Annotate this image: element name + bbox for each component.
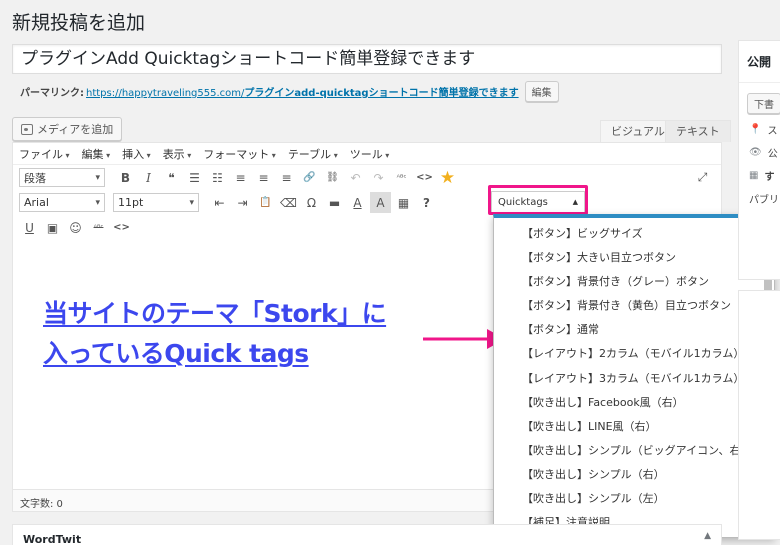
media-icon bbox=[21, 123, 33, 135]
align-center-icon[interactable]: ≡ bbox=[253, 167, 274, 188]
font-size-value: 11pt bbox=[118, 196, 144, 209]
permalink-bar: パーマリンク: https://happytraveling555.com/プラ… bbox=[20, 81, 559, 102]
fullscreen-icon[interactable]: ⤢ bbox=[692, 167, 713, 188]
quicktags-dropdown: 【ボタン】ビッグサイズ 【ボタン】大きい目立つボタン 【ボタン】背景付き（グレー… bbox=[493, 214, 775, 538]
sidebar-panel-lower bbox=[738, 290, 780, 540]
code-icon[interactable]: <> bbox=[414, 167, 435, 188]
pin-icon: 📍 bbox=[749, 124, 762, 135]
clear-format-icon[interactable]: ⌫ bbox=[278, 192, 299, 213]
spellcheck-icon[interactable]: ᴬᴮᶜ bbox=[391, 167, 412, 188]
add-media-label: メディアを追加 bbox=[37, 123, 114, 136]
menu-format[interactable]: フォーマット bbox=[203, 146, 276, 162]
wordtwit-panel: WordTwit ▲ bbox=[12, 524, 722, 545]
schedule-row: ▦ す bbox=[739, 160, 780, 183]
underline-icon[interactable]: U bbox=[19, 217, 40, 238]
list-item[interactable]: 【ボタン】背景付き（黄色）目立つボタン bbox=[494, 294, 774, 318]
list-item[interactable]: 【ボタン】大きい目立つボタン bbox=[494, 246, 774, 270]
list-item[interactable]: 【吹き出し】シンプル（ビッグアイコン、右） bbox=[494, 439, 774, 463]
list-item[interactable]: 【吹き出し】シンプル（右） bbox=[494, 463, 774, 487]
menu-insert[interactable]: 挿入 bbox=[122, 146, 151, 162]
star-icon[interactable]: ★ bbox=[437, 167, 458, 188]
bold-icon[interactable]: B bbox=[115, 167, 136, 188]
list-item[interactable]: 【レイアウト】3カラム（モバイル1カラム） bbox=[494, 367, 774, 391]
add-media-button[interactable]: メディアを追加 bbox=[12, 117, 123, 141]
annotation-line-2: 入っているQuick tags bbox=[43, 339, 309, 368]
status-label: ス bbox=[767, 126, 778, 137]
menu-table[interactable]: テーブル bbox=[288, 146, 338, 162]
schedule-label: す bbox=[764, 172, 775, 183]
table-icon[interactable]: ▦ bbox=[393, 192, 414, 213]
format-value: 段落 bbox=[24, 171, 46, 185]
post-title-input[interactable]: プラグインAdd Quicktagショートコード簡単登録できます bbox=[12, 44, 722, 74]
visibility-row: 👁 公 bbox=[739, 137, 780, 160]
list-item[interactable]: 【レイアウト】2カラム（モバイル1カラム） bbox=[494, 342, 774, 366]
list-item[interactable]: 【ボタン】通常 bbox=[494, 318, 774, 342]
toolbar-row-1: 段落 B I ❝ ☰ ☷ ≡ ≡ ≡ 🔗 ⛓ ↶ ↷ ᴬᴮᶜ <> ★ ⤢ bbox=[13, 165, 721, 190]
page-title: 新規投稿を追加 bbox=[12, 12, 146, 34]
tab-text[interactable]: テキスト bbox=[665, 120, 731, 142]
permalink-label: パーマリンク: bbox=[20, 88, 84, 99]
menu-tools[interactable]: ツール bbox=[350, 146, 390, 162]
align-left-icon[interactable]: ≡ bbox=[230, 167, 251, 188]
font-size-select[interactable]: 11pt bbox=[113, 193, 199, 212]
publicize-row: パブリ bbox=[739, 183, 780, 206]
publicize-label: パブリ bbox=[749, 195, 779, 206]
blockquote-icon[interactable]: ❝ bbox=[161, 167, 182, 188]
format-select[interactable]: 段落 bbox=[19, 168, 105, 187]
publish-heading: 公開 bbox=[739, 41, 780, 83]
list-item[interactable]: 【ボタン】ビッグサイズ bbox=[494, 222, 774, 246]
caret-up-icon[interactable]: ▲ bbox=[704, 531, 711, 541]
save-draft-button[interactable]: 下書 bbox=[747, 93, 780, 114]
toolbar-row-2: Arial 11pt ⇤ ⇥ 📋 ⌫ Ω ▬ A A ▦ ? Quicktags… bbox=[13, 190, 721, 215]
text-color-icon[interactable]: A bbox=[347, 192, 368, 213]
unlink-icon[interactable]: ⛓ bbox=[322, 167, 343, 188]
list-item[interactable]: 【ボタン】背景付き（グレー）ボタン bbox=[494, 270, 774, 294]
italic-icon[interactable]: I bbox=[138, 167, 159, 188]
status-row: 📍 ス bbox=[739, 114, 780, 137]
visibility-label: 公 bbox=[767, 149, 778, 160]
annotation-line-1: 当サイトのテーマ「Stork」に bbox=[43, 299, 387, 328]
omega-icon[interactable]: Ω bbox=[301, 192, 322, 213]
annotation-text: 当サイトのテーマ「Stork」に 入っているQuick tags bbox=[43, 294, 387, 374]
undo-icon[interactable]: ↶ bbox=[345, 167, 366, 188]
editor-menubar: ファイル 編集 挿入 表示 フォーマット テーブル ツール bbox=[13, 143, 721, 165]
eye-icon: 👁 bbox=[749, 147, 762, 158]
wordtwit-title: WordTwit bbox=[23, 533, 82, 545]
indent-icon[interactable]: ⇥ bbox=[232, 192, 253, 213]
paste-icon[interactable]: 📋 bbox=[255, 192, 276, 213]
font-family-select[interactable]: Arial bbox=[19, 193, 105, 212]
permalink-slug: プラグインadd-quicktagショートコード簡単登録できます bbox=[244, 88, 519, 99]
list-item[interactable]: 【吹き出し】Facebook風（右） bbox=[494, 391, 774, 415]
numbered-list-icon[interactable]: ☷ bbox=[207, 167, 228, 188]
emoji-icon[interactable]: ☺ bbox=[65, 217, 86, 238]
permalink-base: https://happytraveling555.com/ bbox=[86, 88, 245, 99]
menu-file[interactable]: ファイル bbox=[19, 146, 70, 162]
horizontal-rule-icon[interactable]: ▬ bbox=[324, 192, 345, 213]
quicktags-list: 【ボタン】ビッグサイズ 【ボタン】大きい目立つボタン 【ボタン】背景付き（グレー… bbox=[494, 218, 774, 535]
list-item[interactable]: 【吹き出し】LINE風（右） bbox=[494, 415, 774, 439]
outdent-icon[interactable]: ⇤ bbox=[209, 192, 230, 213]
calendar-icon: ▦ bbox=[749, 170, 759, 181]
code-tag-icon[interactable]: <> bbox=[111, 217, 132, 238]
font-family-value: Arial bbox=[24, 196, 49, 209]
publish-panel: 公開 下書 📍 ス 👁 公 ▦ す パブリ bbox=[738, 40, 780, 280]
help-icon[interactable]: ? bbox=[416, 192, 437, 213]
permalink-edit-button[interactable]: 編集 bbox=[524, 81, 559, 102]
image-icon[interactable]: ▣ bbox=[42, 217, 63, 238]
strikethrough-icon[interactable]: ᴬᴮᶜ bbox=[88, 217, 109, 238]
redo-icon[interactable]: ↷ bbox=[368, 167, 389, 188]
quicktags-highlight-box bbox=[488, 185, 588, 215]
link-icon[interactable]: 🔗 bbox=[299, 167, 320, 188]
background-color-icon[interactable]: A bbox=[370, 192, 391, 213]
menu-edit[interactable]: 編集 bbox=[82, 146, 111, 162]
bullet-list-icon[interactable]: ☰ bbox=[184, 167, 205, 188]
permalink-link[interactable]: https://happytraveling555.com/プラグインadd-q… bbox=[86, 84, 519, 99]
align-right-icon[interactable]: ≡ bbox=[276, 167, 297, 188]
menu-view[interactable]: 表示 bbox=[163, 146, 192, 162]
list-item[interactable]: 【吹き出し】シンプル（左） bbox=[494, 487, 774, 511]
